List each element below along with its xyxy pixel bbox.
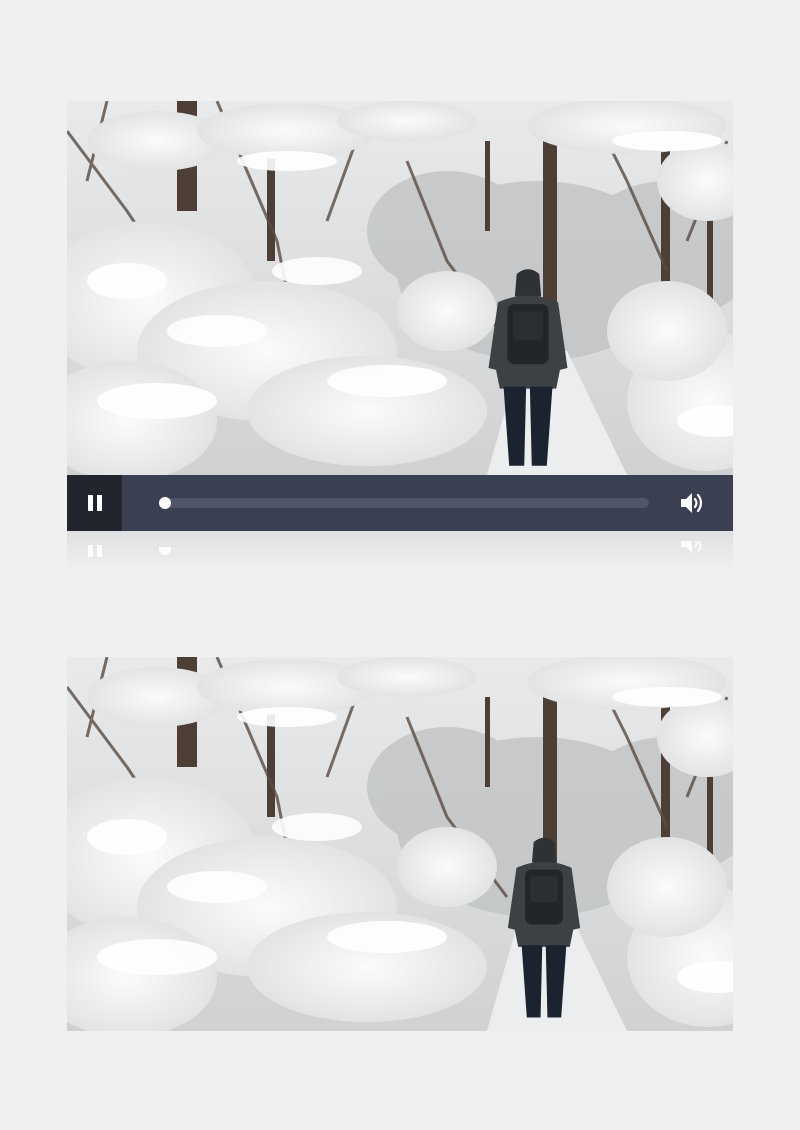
progress-thumb[interactable] bbox=[159, 497, 171, 509]
preview-frame bbox=[67, 657, 733, 1031]
snowy-forest-scene bbox=[67, 101, 733, 475]
progress-track[interactable] bbox=[159, 497, 649, 509]
volume-button[interactable] bbox=[679, 490, 707, 516]
snowy-forest-scene bbox=[67, 657, 733, 1031]
pause-button[interactable] bbox=[67, 475, 122, 531]
video-frame[interactable] bbox=[67, 101, 733, 475]
pause-icon bbox=[88, 495, 93, 511]
volume-icon bbox=[681, 493, 703, 513]
video-controls bbox=[67, 475, 733, 531]
controls-reflection bbox=[67, 531, 733, 571]
